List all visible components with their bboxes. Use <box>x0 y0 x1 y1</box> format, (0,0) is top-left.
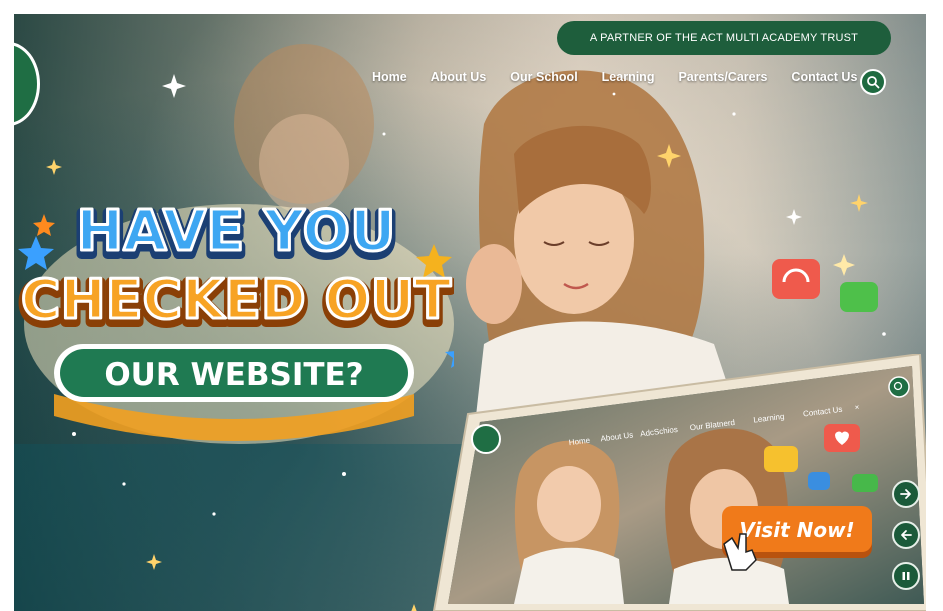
arrow-right-icon <box>900 489 911 499</box>
hero-slide: A PARTNER OF THE ACT MULTI ACADEMY TRUST… <box>14 14 926 611</box>
website-preview: Visit Now! Home About Us AdcSchios Our B… <box>424 352 926 611</box>
nav-our-school[interactable]: Our School <box>510 70 577 84</box>
hero-headline: HAVE YOU HAVE YOU CHECKED OUT CHECKED OU… <box>16 198 454 444</box>
nav-parents-carers[interactable]: Parents/Carers <box>678 70 767 84</box>
search-icon <box>867 76 880 89</box>
nav-contact-us[interactable]: Contact Us <box>791 70 857 84</box>
slide-prev-button[interactable] <box>892 521 920 549</box>
visit-now-button[interactable]: Visit Now! <box>739 518 854 542</box>
arrow-left-icon <box>901 530 912 540</box>
headline-line2: CHECKED OUT <box>21 268 451 331</box>
headline-line1: HAVE YOU <box>76 199 395 264</box>
main-nav: Home About Us Our School Learning Parent… <box>372 70 857 84</box>
headline-line3: OUR WEBSITE? <box>104 357 363 393</box>
nav-learning[interactable]: Learning <box>602 70 655 84</box>
search-button[interactable] <box>860 69 886 95</box>
partner-banner-text: A PARTNER OF THE ACT MULTI ACADEMY TRUST <box>589 32 859 44</box>
slide-pause-button[interactable] <box>892 562 920 590</box>
slide-next-button[interactable] <box>892 480 920 508</box>
nav-home[interactable]: Home <box>372 70 407 84</box>
pause-icon <box>902 572 910 580</box>
nav-about-us[interactable]: About Us <box>431 70 487 84</box>
partner-banner[interactable]: A PARTNER OF THE ACT MULTI ACADEMY TRUST <box>557 21 891 55</box>
